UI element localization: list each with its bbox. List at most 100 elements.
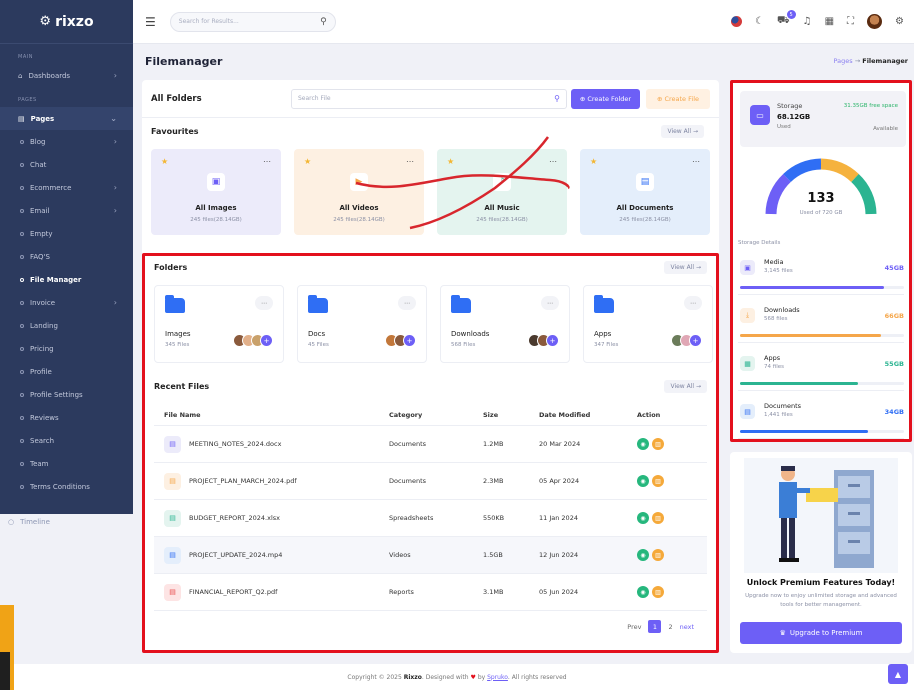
star-icon[interactable]: ★ <box>304 157 311 166</box>
more-options-icon[interactable]: ⋯ <box>541 296 559 310</box>
more-options-icon[interactable]: ⋯ <box>692 157 700 166</box>
table-row[interactable]: ▤ PROJECT_PLAN_MARCH_2024.pdf Documents 2… <box>154 463 707 500</box>
apps-grid-icon[interactable]: ▦ <box>825 16 834 27</box>
sidebar-subitem[interactable]: Chat <box>0 153 133 176</box>
language-flag-icon[interactable] <box>731 16 743 27</box>
storage-progress-bar <box>740 334 904 337</box>
sidebar-subitem[interactable]: Landing <box>0 314 133 337</box>
favourite-card[interactable]: ★ ⋯ ▤ All Documents 245 files(28.14GB) <box>580 149 710 235</box>
storage-value: 68.12GB <box>777 113 811 121</box>
sidebar-subitem[interactable]: Ecommerce › <box>0 176 133 199</box>
folder-card[interactable]: ⋯ Downloads 568 Files + <box>440 285 570 363</box>
bullet-icon <box>20 300 24 305</box>
favourite-card[interactable]: ★ ⋯ ▣ All Images 245 files(28.14GB) <box>151 149 281 235</box>
create-file-button[interactable]: ⊕ Create File <box>646 88 710 109</box>
more-options-icon[interactable]: ⋯ <box>549 157 557 166</box>
storage-icon: ▭ <box>750 105 770 125</box>
sidebar-item-label: Terms Conditions <box>30 482 90 491</box>
more-options-icon[interactable]: ⋯ <box>398 296 416 310</box>
sidebar-subitem[interactable]: Blog › <box>0 130 133 153</box>
sidebar-item-timeline[interactable]: ○ Timeline <box>8 518 50 526</box>
add-member-icon[interactable]: + <box>546 334 559 347</box>
sidebar-item-pages[interactable]: ▤ Pages ⌄ <box>0 107 133 130</box>
add-member-icon[interactable]: + <box>260 334 273 347</box>
folder-card[interactable]: ⋯ Docs 45 Files + <box>297 285 427 363</box>
view-eye-icon[interactable]: ◉ <box>637 438 649 450</box>
search-file-input[interactable]: Search File ⚲ <box>291 88 567 109</box>
folder-card[interactable]: ⋯ Apps 347 Files + <box>583 285 713 363</box>
table-row[interactable]: ▤ MEETING_NOTES_2024.docx Documents 1.2MB… <box>154 426 707 463</box>
scroll-to-top-button[interactable]: ▲ <box>888 664 908 684</box>
view-eye-icon[interactable]: ◉ <box>637 475 649 487</box>
view-eye-icon[interactable]: ◉ <box>637 549 649 561</box>
folder-icon <box>594 295 614 313</box>
view-eye-icon[interactable]: ◉ <box>637 512 649 524</box>
more-options-icon[interactable]: ⋯ <box>263 157 271 166</box>
avatar[interactable] <box>867 14 883 29</box>
table-row[interactable]: ▤ FINANCIAL_REPORT_Q2.pdf Reports 3.1MB 0… <box>154 574 707 611</box>
create-file-label: Create File <box>664 94 699 103</box>
folder-count: 347 Files <box>594 342 619 348</box>
storage-item-size: 66GB <box>884 312 904 320</box>
sidebar-subitem[interactable]: FAQ'S <box>0 245 133 268</box>
sidebar-item-dashboards[interactable]: ⌂ Dashboards › <box>0 64 133 87</box>
pagination-next[interactable]: next <box>680 623 694 631</box>
storage-progress-fill <box>740 382 859 385</box>
theme-moon-icon[interactable]: ☾ <box>755 16 764 27</box>
sidebar-subitem[interactable]: Profile <box>0 360 133 383</box>
search-icon[interactable]: ⚲ <box>320 17 327 27</box>
favourites-view-all-button[interactable]: View All → <box>661 125 704 138</box>
settings-gear-icon[interactable]: ⚙ <box>895 16 904 27</box>
sidebar-subitem[interactable]: Profile Settings <box>0 383 133 406</box>
brand-logo[interactable]: ⚙ rixzo <box>0 0 133 44</box>
image-icon: ▣ <box>207 173 225 191</box>
table-body: ▤ MEETING_NOTES_2024.docx Documents 1.2MB… <box>154 426 707 611</box>
menu-toggle-icon[interactable]: ☰ <box>145 15 156 29</box>
pagination-prev[interactable]: Prev <box>627 623 641 631</box>
delete-trash-icon[interactable]: ▥ <box>652 438 664 450</box>
sidebar-subitem[interactable]: Invoice › <box>0 291 133 314</box>
pagination-page-1[interactable]: 1 <box>648 620 662 633</box>
sidebar-subitem[interactable]: Team <box>0 452 133 475</box>
star-icon[interactable]: ★ <box>447 157 454 166</box>
more-options-icon[interactable]: ⋯ <box>255 296 273 310</box>
delete-trash-icon[interactable]: ▥ <box>652 586 664 598</box>
more-options-icon[interactable]: ⋯ <box>684 296 702 310</box>
sidebar-subitem[interactable]: Pricing <box>0 337 133 360</box>
delete-trash-icon[interactable]: ▥ <box>652 475 664 487</box>
global-search-input[interactable]: Search for Results... ⚲ <box>169 11 336 32</box>
sidebar-subitem[interactable]: Terms Conditions <box>0 475 133 498</box>
create-folder-button[interactable]: ⊕ Create Folder <box>571 88 640 109</box>
folder-card[interactable]: ⋯ Images 345 Files + <box>154 285 284 363</box>
recent-view-all-button[interactable]: View All → <box>664 380 707 393</box>
sidebar-subitem[interactable]: File Manager <box>0 268 133 291</box>
star-icon[interactable]: ★ <box>590 157 597 166</box>
table-row[interactable]: ▤ BUDGET_REPORT_2024.xlsx Spreadsheets 55… <box>154 500 707 537</box>
notification-bell-icon[interactable]: ♫ <box>803 16 812 27</box>
add-member-icon[interactable]: + <box>403 334 416 347</box>
add-member-icon[interactable]: + <box>689 334 702 347</box>
view-eye-icon[interactable]: ◉ <box>637 586 649 598</box>
delete-trash-icon[interactable]: ▥ <box>652 549 664 561</box>
chevron-right-icon: › <box>113 137 117 146</box>
fullscreen-icon[interactable]: ⛶ <box>847 16 854 27</box>
star-icon[interactable]: ★ <box>161 157 168 166</box>
pagination-page-2[interactable]: 2 <box>668 623 672 631</box>
sidebar-subitem[interactable]: Email › <box>0 199 133 222</box>
favourite-card[interactable]: ★ ⋯ ▶ All Videos 245 files(28.14GB) <box>294 149 424 235</box>
favourite-card[interactable]: ★ ⋯ ♪ All Music 245 files(28.14GB) <box>437 149 567 235</box>
arrow-up-icon: ▲ <box>894 669 902 679</box>
breadcrumb-parent[interactable]: Pages <box>834 57 853 65</box>
sidebar-subitem[interactable]: Empty <box>0 222 133 245</box>
search-icon[interactable]: ⚲ <box>554 94 560 103</box>
folders-view-all-button[interactable]: View All → <box>664 261 707 274</box>
sidebar-subitem[interactable]: Search <box>0 429 133 452</box>
upgrade-button[interactable]: ♛ Upgrade to Premium <box>740 622 902 644</box>
table-row[interactable]: ▤ PROJECT_UPDATE_2024.mp4 Videos 1.5GB 12… <box>154 537 707 574</box>
footer-author-link[interactable]: Spruko <box>487 674 508 681</box>
storage-card: ▭ Storage 68.12GB Used 31.35GB free spac… <box>730 80 912 442</box>
cart-button[interactable]: ⛟ 5 <box>777 10 796 28</box>
sidebar-subitem[interactable]: Reviews <box>0 406 133 429</box>
delete-trash-icon[interactable]: ▥ <box>652 512 664 524</box>
more-options-icon[interactable]: ⋯ <box>406 157 414 166</box>
